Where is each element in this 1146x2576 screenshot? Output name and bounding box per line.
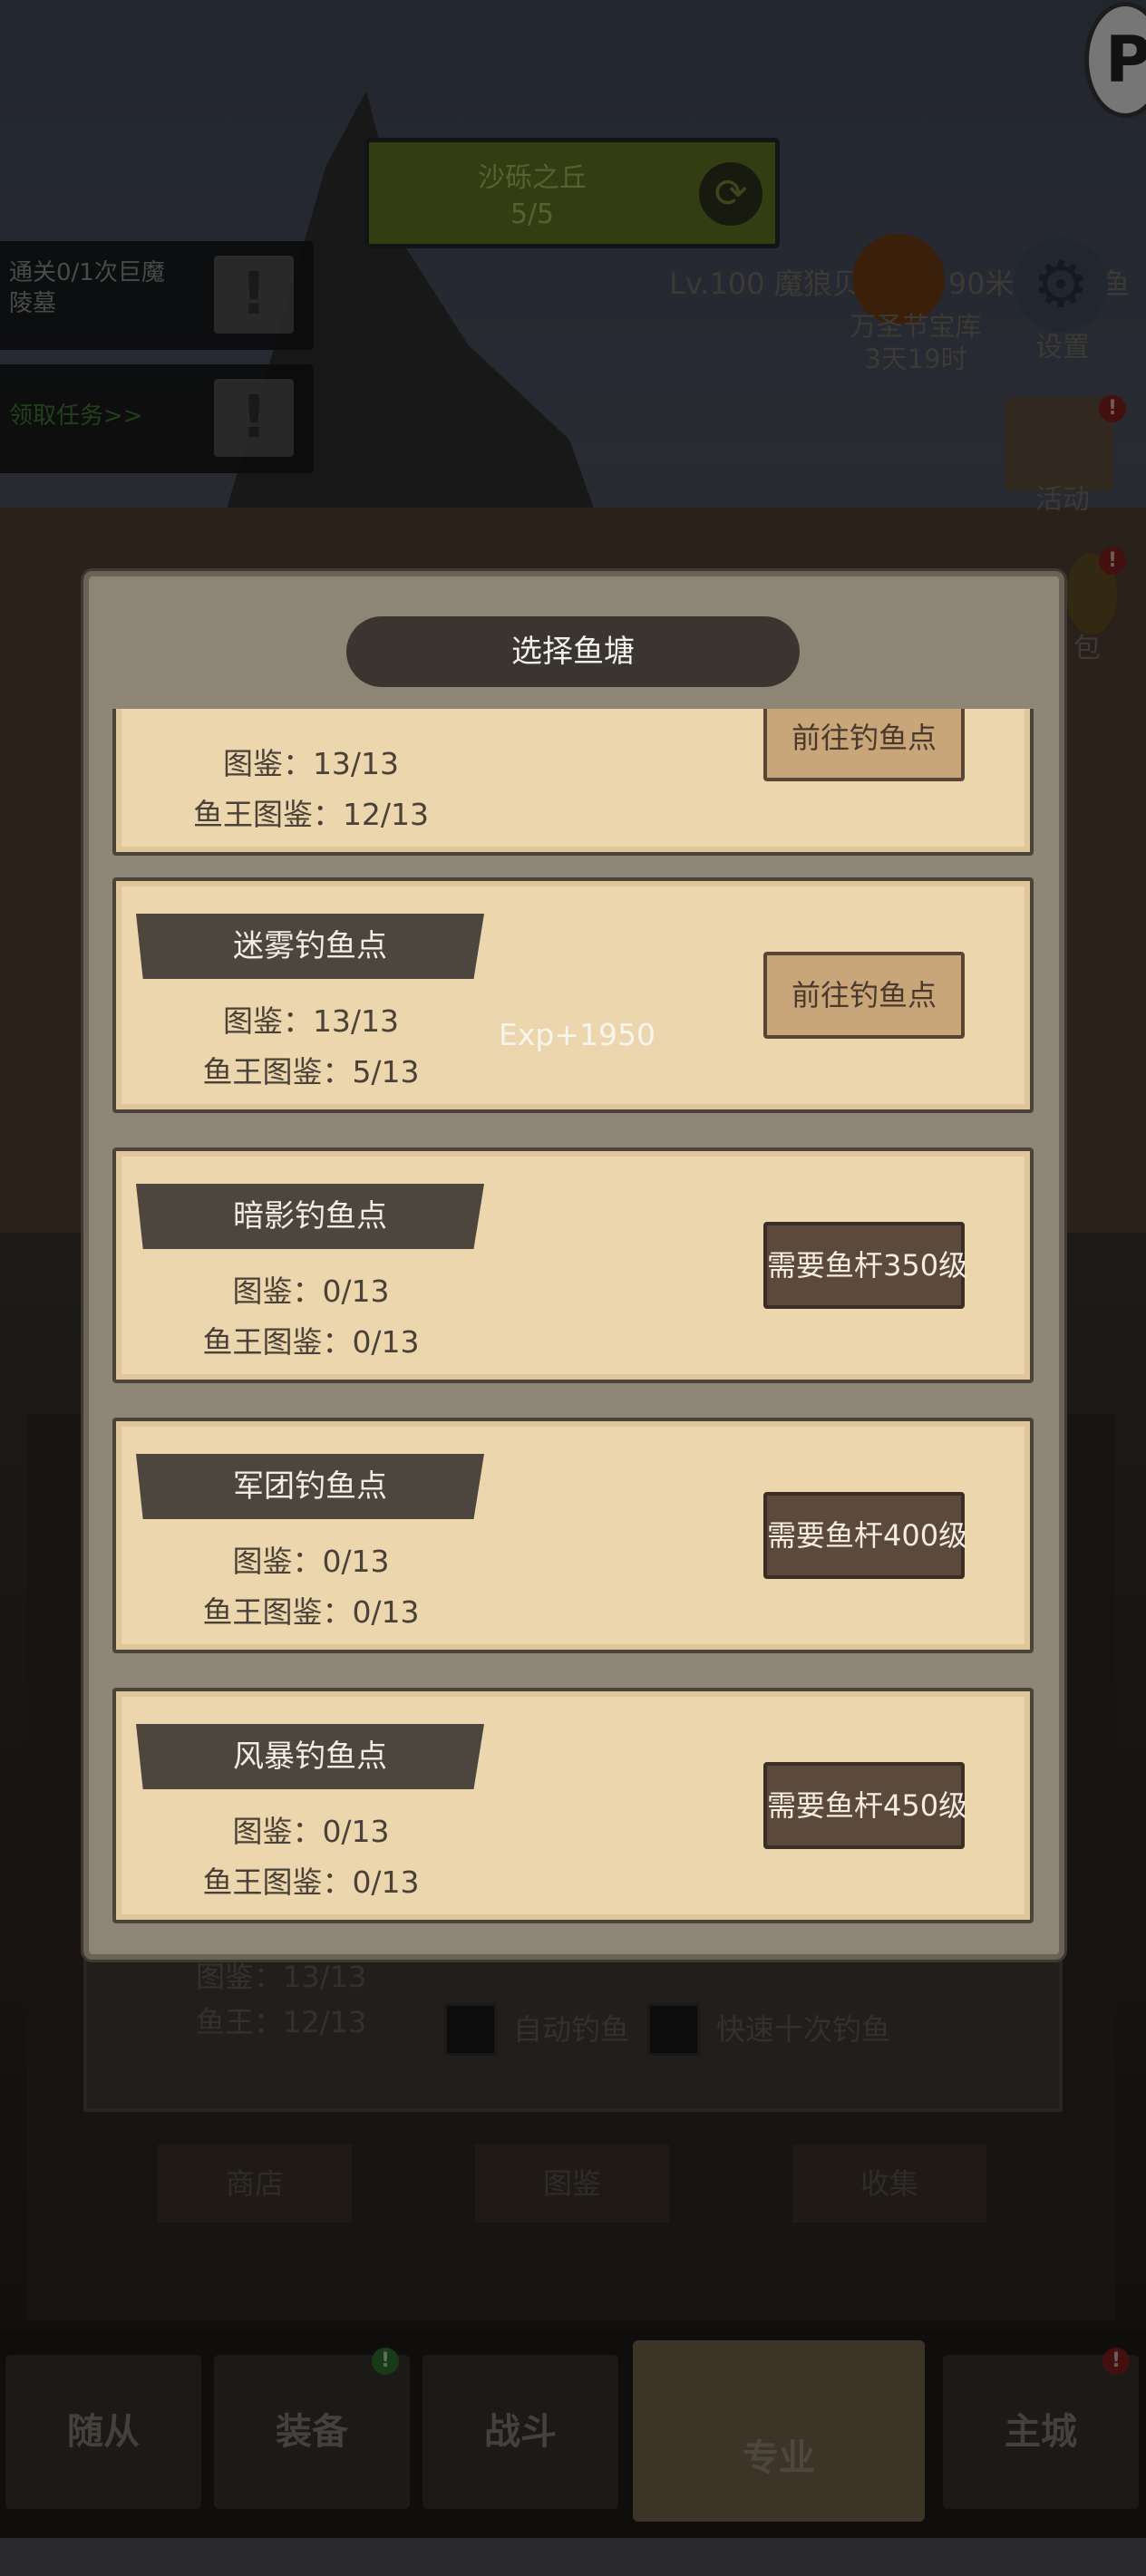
fishing-spot-list[interactable]: 图鉴：13/13 鱼王图鉴：12/13 前往钓鱼点 迷雾钓鱼点 图鉴：13/13…	[107, 709, 1037, 1923]
fishing-spot-card: 迷雾钓鱼点 图鉴：13/13 鱼王图鉴：5/13 Exp+1950 前往钓鱼点	[112, 877, 1034, 1113]
spot-collection: 图鉴：13/13	[222, 1003, 400, 1039]
rod-level-required-button[interactable]: 需要鱼杆400级	[763, 1492, 967, 1579]
fishing-spot-card: 军团钓鱼点 图鉴：0/13 鱼王图鉴：0/13 需要鱼杆400级	[112, 1418, 1034, 1653]
go-to-spot-button[interactable]: 前往钓鱼点	[763, 709, 965, 781]
spot-collection: 图鉴：0/13	[232, 1544, 390, 1579]
fishing-spot-card: 暗影钓鱼点 图鉴：0/13 鱼王图鉴：0/13 需要鱼杆350级	[112, 1148, 1034, 1383]
rod-level-required-button[interactable]: 需要鱼杆350级	[763, 1222, 967, 1309]
go-to-spot-button[interactable]: 前往钓鱼点	[763, 952, 965, 1039]
exp-gain-popup: Exp+1950	[499, 1017, 656, 1052]
spot-name: 暗影钓鱼点	[136, 1184, 484, 1249]
spot-king-collection: 鱼王图鉴：12/13	[192, 797, 430, 832]
dialog-title: 选择鱼塘	[346, 616, 800, 687]
spot-collection: 图鉴：13/13	[222, 746, 400, 781]
spot-name: 风暴钓鱼点	[136, 1724, 484, 1789]
spot-collection: 图鉴：0/13	[232, 1273, 390, 1309]
spot-king-collection: 鱼王图鉴：0/13	[202, 1324, 420, 1360]
rod-level-required-button[interactable]: 需要鱼杆450级	[763, 1762, 967, 1849]
fishing-spot-card: 风暴钓鱼点 图鉴：0/13 鱼王图鉴：0/13 需要鱼杆450级	[112, 1688, 1034, 1923]
spot-king-collection: 鱼王图鉴：0/13	[202, 1594, 420, 1630]
spot-name: 迷雾钓鱼点	[136, 914, 484, 979]
spot-king-collection: 鱼王图鉴：5/13	[202, 1054, 420, 1089]
spot-collection: 图鉴：0/13	[232, 1814, 390, 1849]
spot-name: 军团钓鱼点	[136, 1454, 484, 1519]
fishing-spot-card: 图鉴：13/13 鱼王图鉴：12/13 前往钓鱼点	[112, 709, 1034, 856]
spot-king-collection: 鱼王图鉴：0/13	[202, 1864, 420, 1900]
